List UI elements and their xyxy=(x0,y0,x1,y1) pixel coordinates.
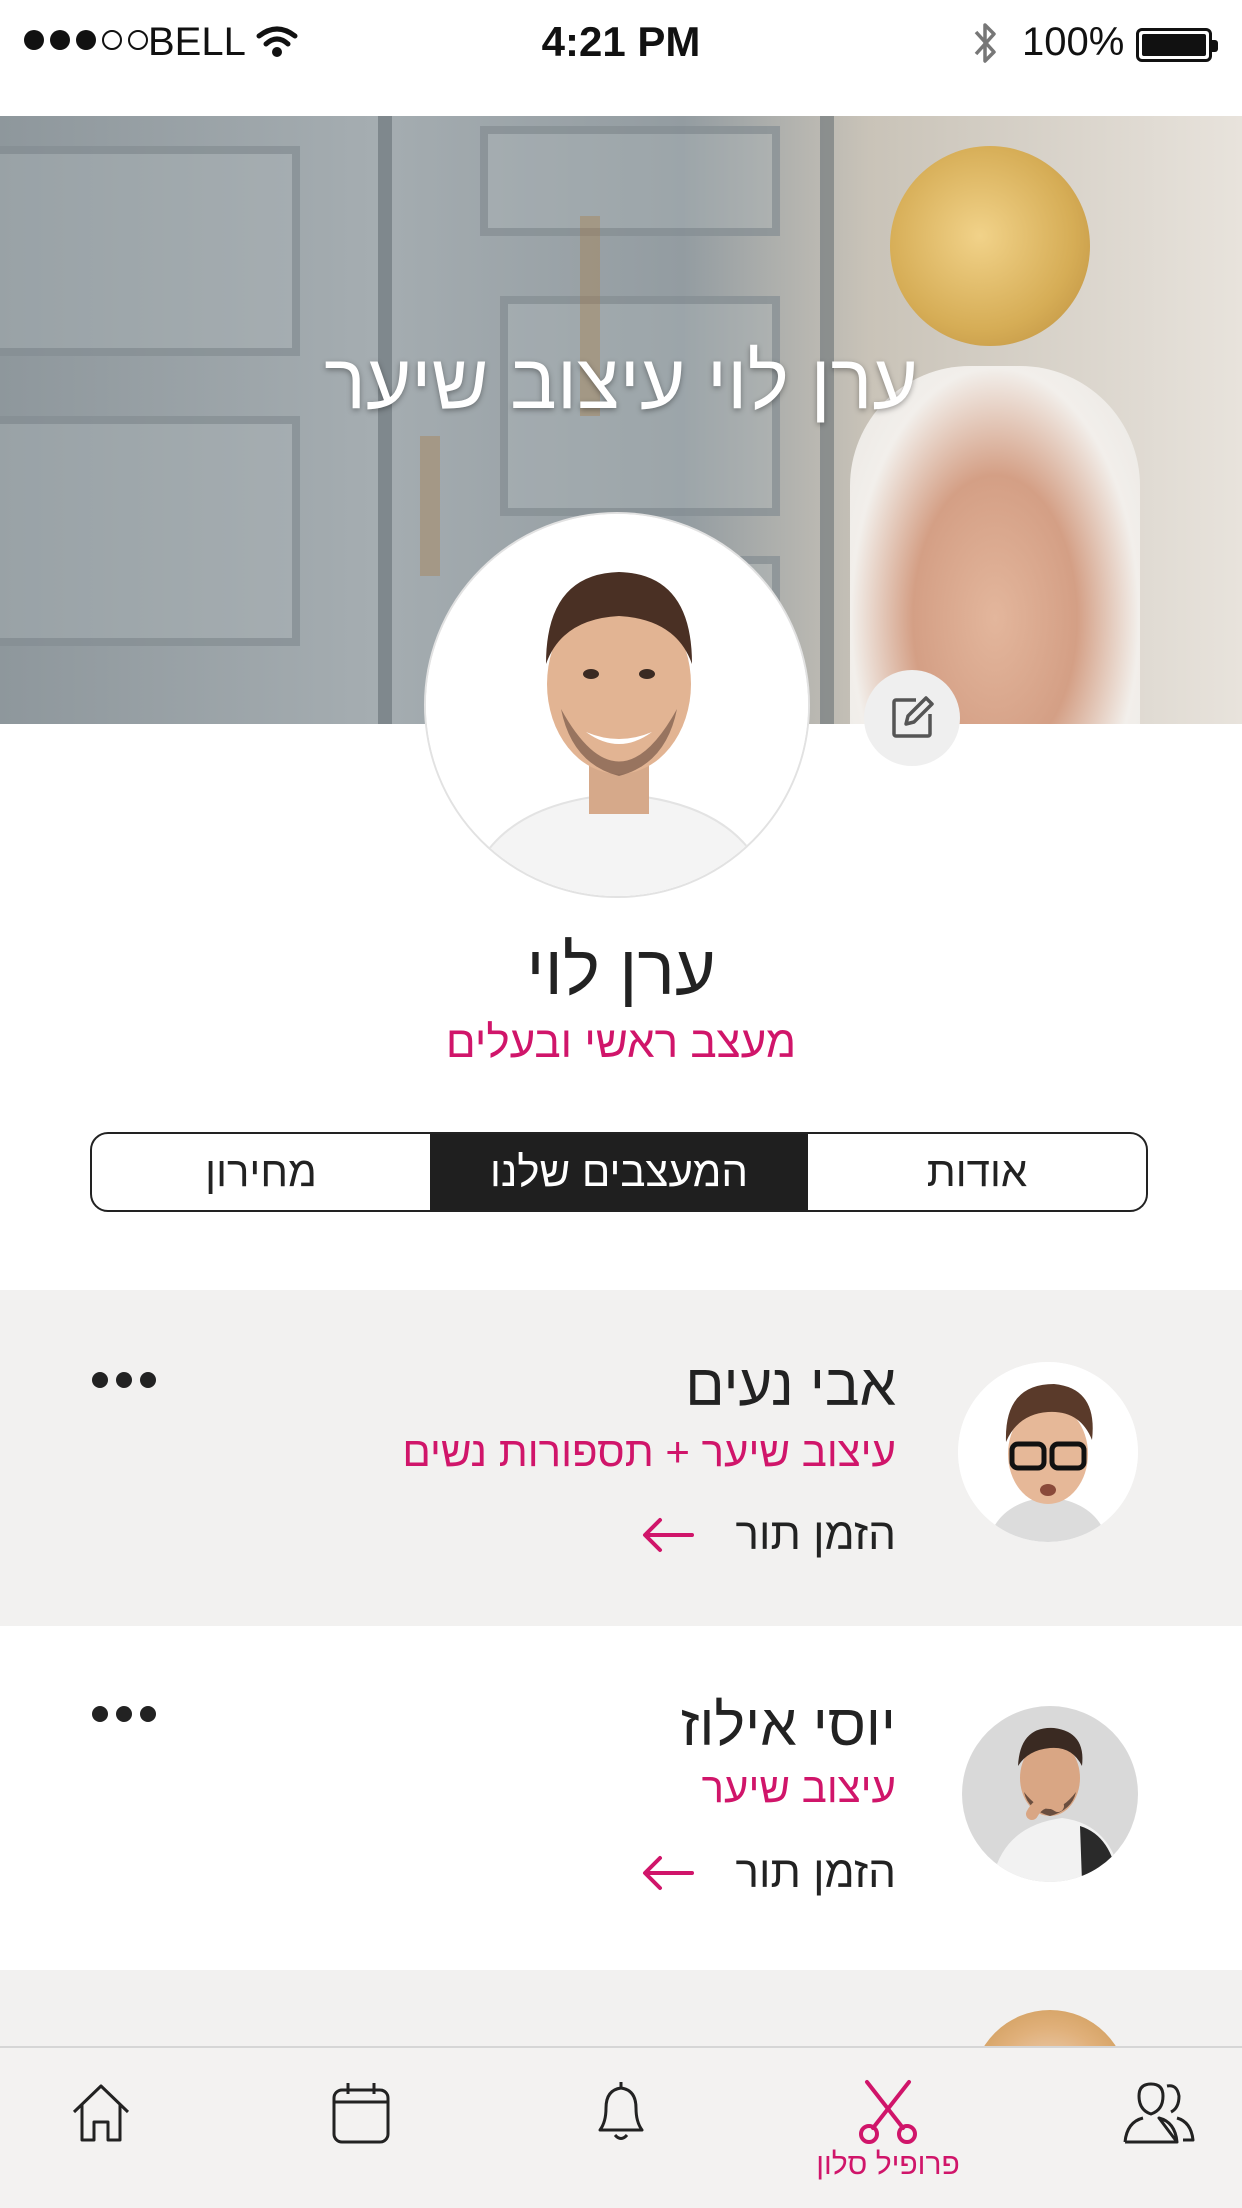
designer-specialty: עיצוב שיער + תספורות נשים xyxy=(402,1428,896,1475)
more-options-button[interactable] xyxy=(92,1372,156,1388)
bottom-navigation: פרופיל סלון xyxy=(0,2046,1242,2208)
bluetooth-icon xyxy=(974,23,996,63)
arrow-left-icon xyxy=(642,1518,694,1552)
profile-tabs: אודות המעצבים שלנו מחירון xyxy=(90,1132,1148,1212)
scissors-icon xyxy=(859,2080,917,2144)
users-icon xyxy=(1123,2082,1195,2144)
list-item[interactable] xyxy=(0,1970,1242,2110)
profile-role: מעצב ראשי ובעלים xyxy=(445,1018,797,1067)
designer-specialty: עיצוב שיער xyxy=(701,1764,896,1811)
designer-avatar[interactable] xyxy=(962,1706,1138,1882)
book-appointment-label: הזמן תור xyxy=(735,1848,896,1897)
edit-icon xyxy=(892,696,934,738)
book-appointment-label: הזמן תור xyxy=(735,1510,896,1559)
list-item[interactable]: אבי נעים עיצוב שיער + תספורות נשים הזמן … xyxy=(0,1290,1242,1626)
status-bar: BELL 4:21 PM 100% xyxy=(0,0,1242,88)
salon-title: ערן לוי עיצוב שיער xyxy=(324,337,918,425)
tab-price-list[interactable]: מחירון xyxy=(92,1134,430,1210)
designer-name: אבי נעים xyxy=(685,1353,896,1418)
arrow-left-icon xyxy=(642,1856,694,1890)
nav-notifications[interactable] xyxy=(566,2078,676,2188)
home-icon xyxy=(72,2084,130,2142)
book-appointment-link[interactable]: הזמן תור xyxy=(640,1848,896,1898)
bell-icon xyxy=(598,2082,644,2140)
list-item[interactable]: יוסי אילוז עיצוב שיער הזמן תור xyxy=(0,1626,1242,1970)
nav-team[interactable] xyxy=(1104,2078,1214,2188)
tab-our-designers[interactable]: המעצבים שלנו xyxy=(430,1134,808,1210)
battery-percentage: 100% xyxy=(1022,20,1125,64)
profile-avatar[interactable] xyxy=(424,512,810,898)
nav-salon-profile-label: פרופיל סלון xyxy=(816,2148,960,2181)
nav-salon-profile[interactable]: פרופיל סלון xyxy=(816,2078,960,2188)
calendar-icon xyxy=(332,2083,390,2144)
nav-calendar[interactable] xyxy=(306,2078,416,2188)
more-options-button[interactable] xyxy=(92,1706,156,1722)
battery-icon xyxy=(1136,28,1218,62)
book-appointment-link[interactable]: הזמן תור xyxy=(640,1510,896,1560)
nav-home[interactable] xyxy=(46,2078,156,2188)
designer-avatar[interactable] xyxy=(958,1362,1138,1542)
designer-name: יוסי אילוז xyxy=(680,1693,896,1758)
profile-name: ערן לוי xyxy=(526,931,716,1009)
tab-about[interactable]: אודות xyxy=(808,1134,1146,1210)
edit-profile-button[interactable] xyxy=(864,670,960,766)
